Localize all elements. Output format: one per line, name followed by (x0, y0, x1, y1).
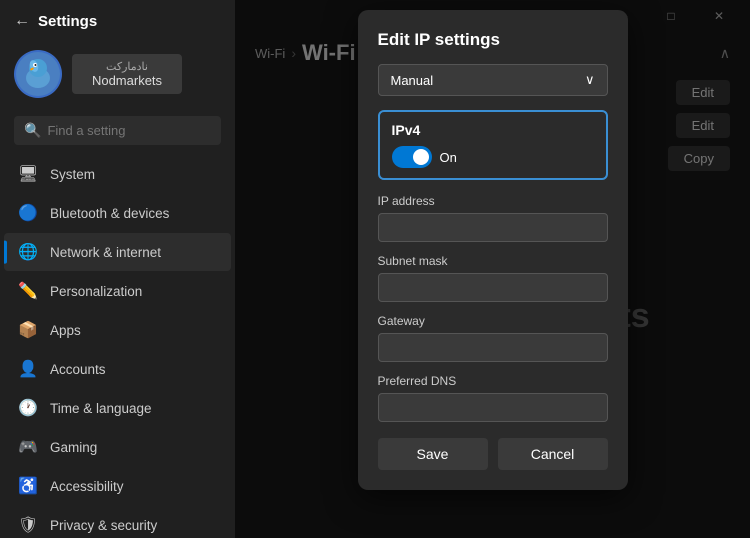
ip-address-label: IP address (378, 194, 608, 208)
profile-section: نادمارکت Nodmarkets (0, 42, 235, 112)
ip-address-group: IP address (378, 194, 608, 242)
sidebar-item-label: Gaming (50, 440, 97, 455)
sidebar-item-label: Accessibility (50, 479, 124, 494)
nav-list: 🖥 System 🔵 Bluetooth & devices 🌐 Network… (0, 155, 235, 538)
avatar-image (16, 52, 60, 96)
privacy-icon: 🛡 (18, 515, 38, 535)
sidebar-item-label: Personalization (50, 284, 142, 299)
sidebar-item-network[interactable]: 🌐 Network & internet (4, 233, 231, 271)
accessibility-icon: ♿ (18, 476, 38, 496)
save-button[interactable]: Save (378, 438, 488, 470)
chevron-down-icon: ∨ (585, 72, 595, 88)
personalization-icon: ✏️ (18, 281, 38, 301)
sidebar-item-privacy[interactable]: 🛡 Privacy & security (4, 506, 231, 538)
sidebar-item-label: Accounts (50, 362, 106, 377)
sidebar-item-label: Bluetooth & devices (50, 206, 169, 221)
time-icon: 🕐 (18, 398, 38, 418)
preferred-dns-input[interactable] (378, 393, 608, 422)
search-input[interactable] (47, 123, 211, 138)
sidebar-title: Settings (38, 13, 97, 30)
sidebar-item-label: Apps (50, 323, 81, 338)
gateway-input[interactable] (378, 333, 608, 362)
edit-ip-dialog: Edit IP settings Manual ∨ IPv4 On IP add… (358, 10, 628, 490)
gaming-icon: 🎮 (18, 437, 38, 457)
dialog-title: Edit IP settings (378, 30, 608, 50)
sidebar-item-gaming[interactable]: 🎮 Gaming (4, 428, 231, 466)
toggle-row: On (392, 146, 594, 168)
ipv4-label: IPv4 (392, 122, 594, 138)
sidebar-item-apps[interactable]: 📦 Apps (4, 311, 231, 349)
system-icon: 🖥 (18, 164, 38, 184)
dialog-actions: Save Cancel (378, 438, 608, 470)
preferred-dns-label: Preferred DNS (378, 374, 608, 388)
subnet-mask-group: Subnet mask (378, 254, 608, 302)
manual-dropdown[interactable]: Manual ∨ (378, 64, 608, 96)
subnet-mask-input[interactable] (378, 273, 608, 302)
ipv4-section: IPv4 On (378, 110, 608, 180)
sidebar-header: ← Settings (0, 0, 235, 42)
sidebar-item-label: System (50, 167, 95, 182)
sidebar-item-accessibility[interactable]: ♿ Accessibility (4, 467, 231, 505)
accounts-icon: 👤 (18, 359, 38, 379)
dropdown-value: Manual (391, 73, 434, 88)
search-box: 🔍 (14, 116, 221, 145)
bluetooth-icon: 🔵 (18, 203, 38, 223)
sidebar-item-bluetooth[interactable]: 🔵 Bluetooth & devices (4, 194, 231, 232)
back-button[interactable]: ← (14, 12, 30, 30)
preferred-dns-group: Preferred DNS (378, 374, 608, 422)
profile-name[interactable]: نادمارکت Nodmarkets (72, 54, 182, 94)
avatar (14, 50, 62, 98)
subnet-mask-label: Subnet mask (378, 254, 608, 268)
ip-address-input[interactable] (378, 213, 608, 242)
main-content: ─ □ ✕ Wi-Fi › Wi-Fi ∧ Edit Edit Copy ناد… (235, 0, 750, 538)
toggle-state-label: On (440, 150, 457, 165)
ipv4-toggle[interactable] (392, 146, 432, 168)
network-icon: 🌐 (18, 242, 38, 262)
gateway-label: Gateway (378, 314, 608, 328)
sidebar: ← Settings نادمارکت Nodmarkets 🔍 🖥 (0, 0, 235, 538)
search-icon: 🔍 (24, 122, 41, 139)
profile-name-fa: نادمارکت (86, 60, 168, 73)
cancel-button[interactable]: Cancel (498, 438, 608, 470)
sidebar-item-label: Privacy & security (50, 518, 157, 533)
sidebar-item-personalization[interactable]: ✏️ Personalization (4, 272, 231, 310)
sidebar-item-system[interactable]: 🖥 System (4, 155, 231, 193)
sidebar-item-label: Time & language (50, 401, 152, 416)
dialog-overlay: Edit IP settings Manual ∨ IPv4 On IP add… (235, 0, 750, 538)
sidebar-item-accounts[interactable]: 👤 Accounts (4, 350, 231, 388)
sidebar-item-label: Network & internet (50, 245, 161, 260)
apps-icon: 📦 (18, 320, 38, 340)
gateway-group: Gateway (378, 314, 608, 362)
profile-name-en: Nodmarkets (86, 73, 168, 88)
sidebar-item-time[interactable]: 🕐 Time & language (4, 389, 231, 427)
